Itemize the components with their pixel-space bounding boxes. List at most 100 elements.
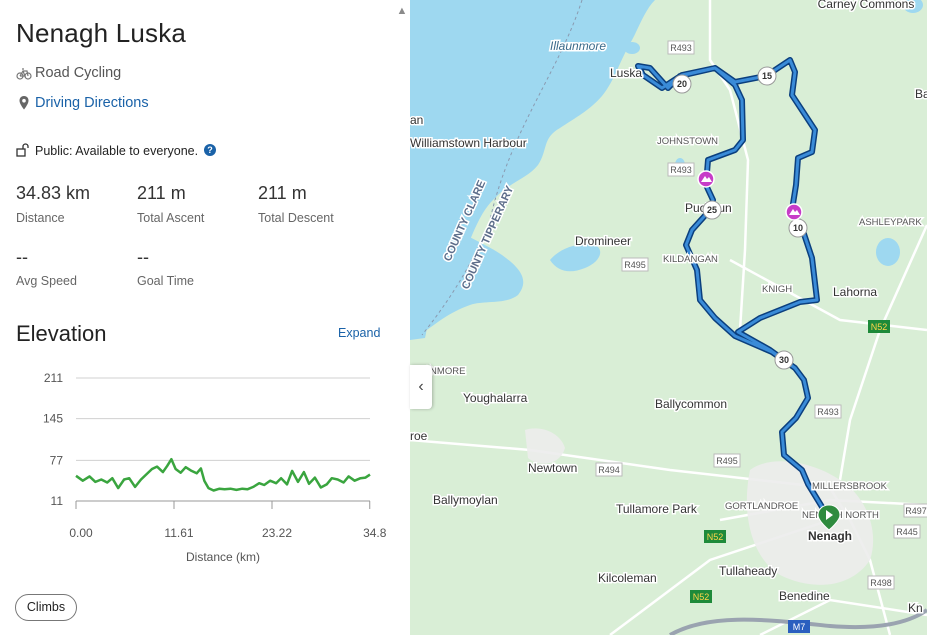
svg-text:20: 20 xyxy=(677,79,687,89)
elevation-profile-line xyxy=(75,457,371,492)
road-shield: R497 xyxy=(903,503,927,518)
avg-speed-label: Avg Speed xyxy=(16,274,77,288)
townland-label: NENAGH NORTH xyxy=(802,510,879,521)
bicycle-icon xyxy=(16,68,32,80)
townland-label: KILDANGAN xyxy=(663,254,718,265)
place-label: Luska xyxy=(610,66,642,80)
climbs-button[interactable]: Climbs xyxy=(15,594,77,621)
help-icon[interactable]: ? xyxy=(204,144,216,156)
climb-mountain-icon[interactable] xyxy=(697,170,715,188)
place-label: Lahorna xyxy=(833,285,877,299)
collapse-panel-button[interactable]: ‹ xyxy=(410,365,432,409)
route-map[interactable]: R493 R493 R495 R493 R494 R495 R497 R445 xyxy=(410,0,927,635)
townland-label: ASHLEYPARK xyxy=(859,217,922,228)
place-label: Williamstown Harbour xyxy=(410,136,527,150)
driving-directions-link[interactable]: Driving Directions xyxy=(35,95,149,111)
svg-text:N52: N52 xyxy=(693,592,710,602)
place-label: Ballymoylan xyxy=(433,493,498,507)
svg-text:R493: R493 xyxy=(817,407,839,417)
goal-time-label: Goal Time xyxy=(137,274,194,288)
place-label: Carney Commons xyxy=(818,0,915,11)
pond xyxy=(624,42,640,54)
national-road-shield: N52 xyxy=(690,590,712,603)
elevation-chart[interactable]: 211 145 77 11 0.00 11.61 23.22 34.8 Distance (… xyxy=(0,360,410,570)
x-tick-label: 0.00 xyxy=(69,526,93,540)
national-road-shield: N52 xyxy=(868,320,890,333)
pond xyxy=(876,238,900,266)
total-ascent-value: 211 m xyxy=(137,183,186,203)
x-tick-label: 11.61 xyxy=(164,526,193,540)
road-shield: R493 xyxy=(814,404,842,419)
distance-label: Distance xyxy=(16,211,65,225)
y-tick-label: 77 xyxy=(50,453,64,467)
place-label: Ba xyxy=(915,87,927,101)
townland-label: MILLERSBROOK xyxy=(812,481,888,492)
x-tick-label: 23.22 xyxy=(262,526,292,540)
town-label: Nenagh xyxy=(808,529,852,543)
x-tick-label: 34.8 xyxy=(363,526,387,540)
place-label: an xyxy=(410,113,423,127)
motorway-shield: M7 xyxy=(788,620,810,633)
distance-marker: 30 xyxy=(774,350,794,370)
distance-value: 34.83 km xyxy=(16,183,91,203)
place-label: Tullaheady xyxy=(719,564,777,578)
climb-mountain-icon[interactable] xyxy=(785,203,803,221)
townland-label: GORTLANDROE xyxy=(725,501,798,512)
townland-label: KNIGH xyxy=(762,284,792,295)
svg-text:M7: M7 xyxy=(793,622,806,632)
road-shield: R493 xyxy=(667,162,695,177)
road-shield: R494 xyxy=(595,462,623,477)
x-axis-label: Distance (km) xyxy=(186,550,260,564)
place-label: Kn xyxy=(908,601,923,615)
avg-speed-value: -- xyxy=(16,247,28,267)
map-pin-icon xyxy=(19,96,29,110)
road-shield: R495 xyxy=(621,257,649,272)
total-descent-label: Total Descent xyxy=(258,211,334,225)
distance-marker: 20 xyxy=(672,74,692,94)
road-shield: R498 xyxy=(867,575,895,590)
svg-text:30: 30 xyxy=(779,355,789,365)
national-road-shield: N52 xyxy=(704,530,726,543)
svg-text:R445: R445 xyxy=(896,527,918,537)
place-label: Dromineer xyxy=(575,234,631,248)
road-shield: R495 xyxy=(713,453,741,468)
route-line xyxy=(635,57,833,523)
distance-marker: 15 xyxy=(757,66,777,86)
route-details-panel: ▲ Nenagh Luska Road Cycling Driving Dire… xyxy=(0,0,410,635)
scroll-up-arrow-icon[interactable]: ▲ xyxy=(395,4,409,18)
svg-text:R498: R498 xyxy=(870,578,892,588)
road-shield: R493 xyxy=(667,40,695,55)
place-label: Ballycommon xyxy=(655,397,727,411)
place-label: Newtown xyxy=(528,461,577,475)
svg-text:25: 25 xyxy=(707,205,717,215)
elevation-heading: Elevation xyxy=(16,321,107,346)
goal-time-value: -- xyxy=(137,247,149,267)
y-tick-label: 11 xyxy=(51,494,64,508)
place-label: roe xyxy=(410,429,428,443)
svg-text:N52: N52 xyxy=(871,322,888,332)
svg-text:R495: R495 xyxy=(624,260,646,270)
svg-text:15: 15 xyxy=(762,71,772,81)
road-shield: R445 xyxy=(893,524,921,539)
y-tick-label: 211 xyxy=(44,371,63,385)
distance-marker: 25 xyxy=(702,200,722,220)
place-label: Benedine xyxy=(779,589,830,603)
expand-elevation-link[interactable]: Expand xyxy=(338,326,380,340)
svg-text:N52: N52 xyxy=(707,532,724,542)
place-label: Kilcoleman xyxy=(598,571,657,585)
townland-label: JOHNSTOWN xyxy=(657,136,718,147)
svg-text:R495: R495 xyxy=(716,456,738,466)
route-title: Nenagh Luska xyxy=(16,18,187,48)
total-ascent-label: Total Ascent xyxy=(137,211,205,225)
lake-water xyxy=(550,244,601,272)
water-label: Illaunmore xyxy=(550,39,606,53)
distance-marker: 10 xyxy=(788,218,808,238)
svg-text:R494: R494 xyxy=(598,465,620,475)
place-label: Tullamore Park xyxy=(616,502,698,516)
svg-text:10: 10 xyxy=(793,223,803,233)
place-label: Youghalarra xyxy=(463,391,528,405)
route-line xyxy=(636,58,832,522)
y-tick-label: 145 xyxy=(43,412,63,426)
unlock-icon xyxy=(16,143,29,157)
privacy-status: Public: Available to everyone. xyxy=(35,144,199,158)
